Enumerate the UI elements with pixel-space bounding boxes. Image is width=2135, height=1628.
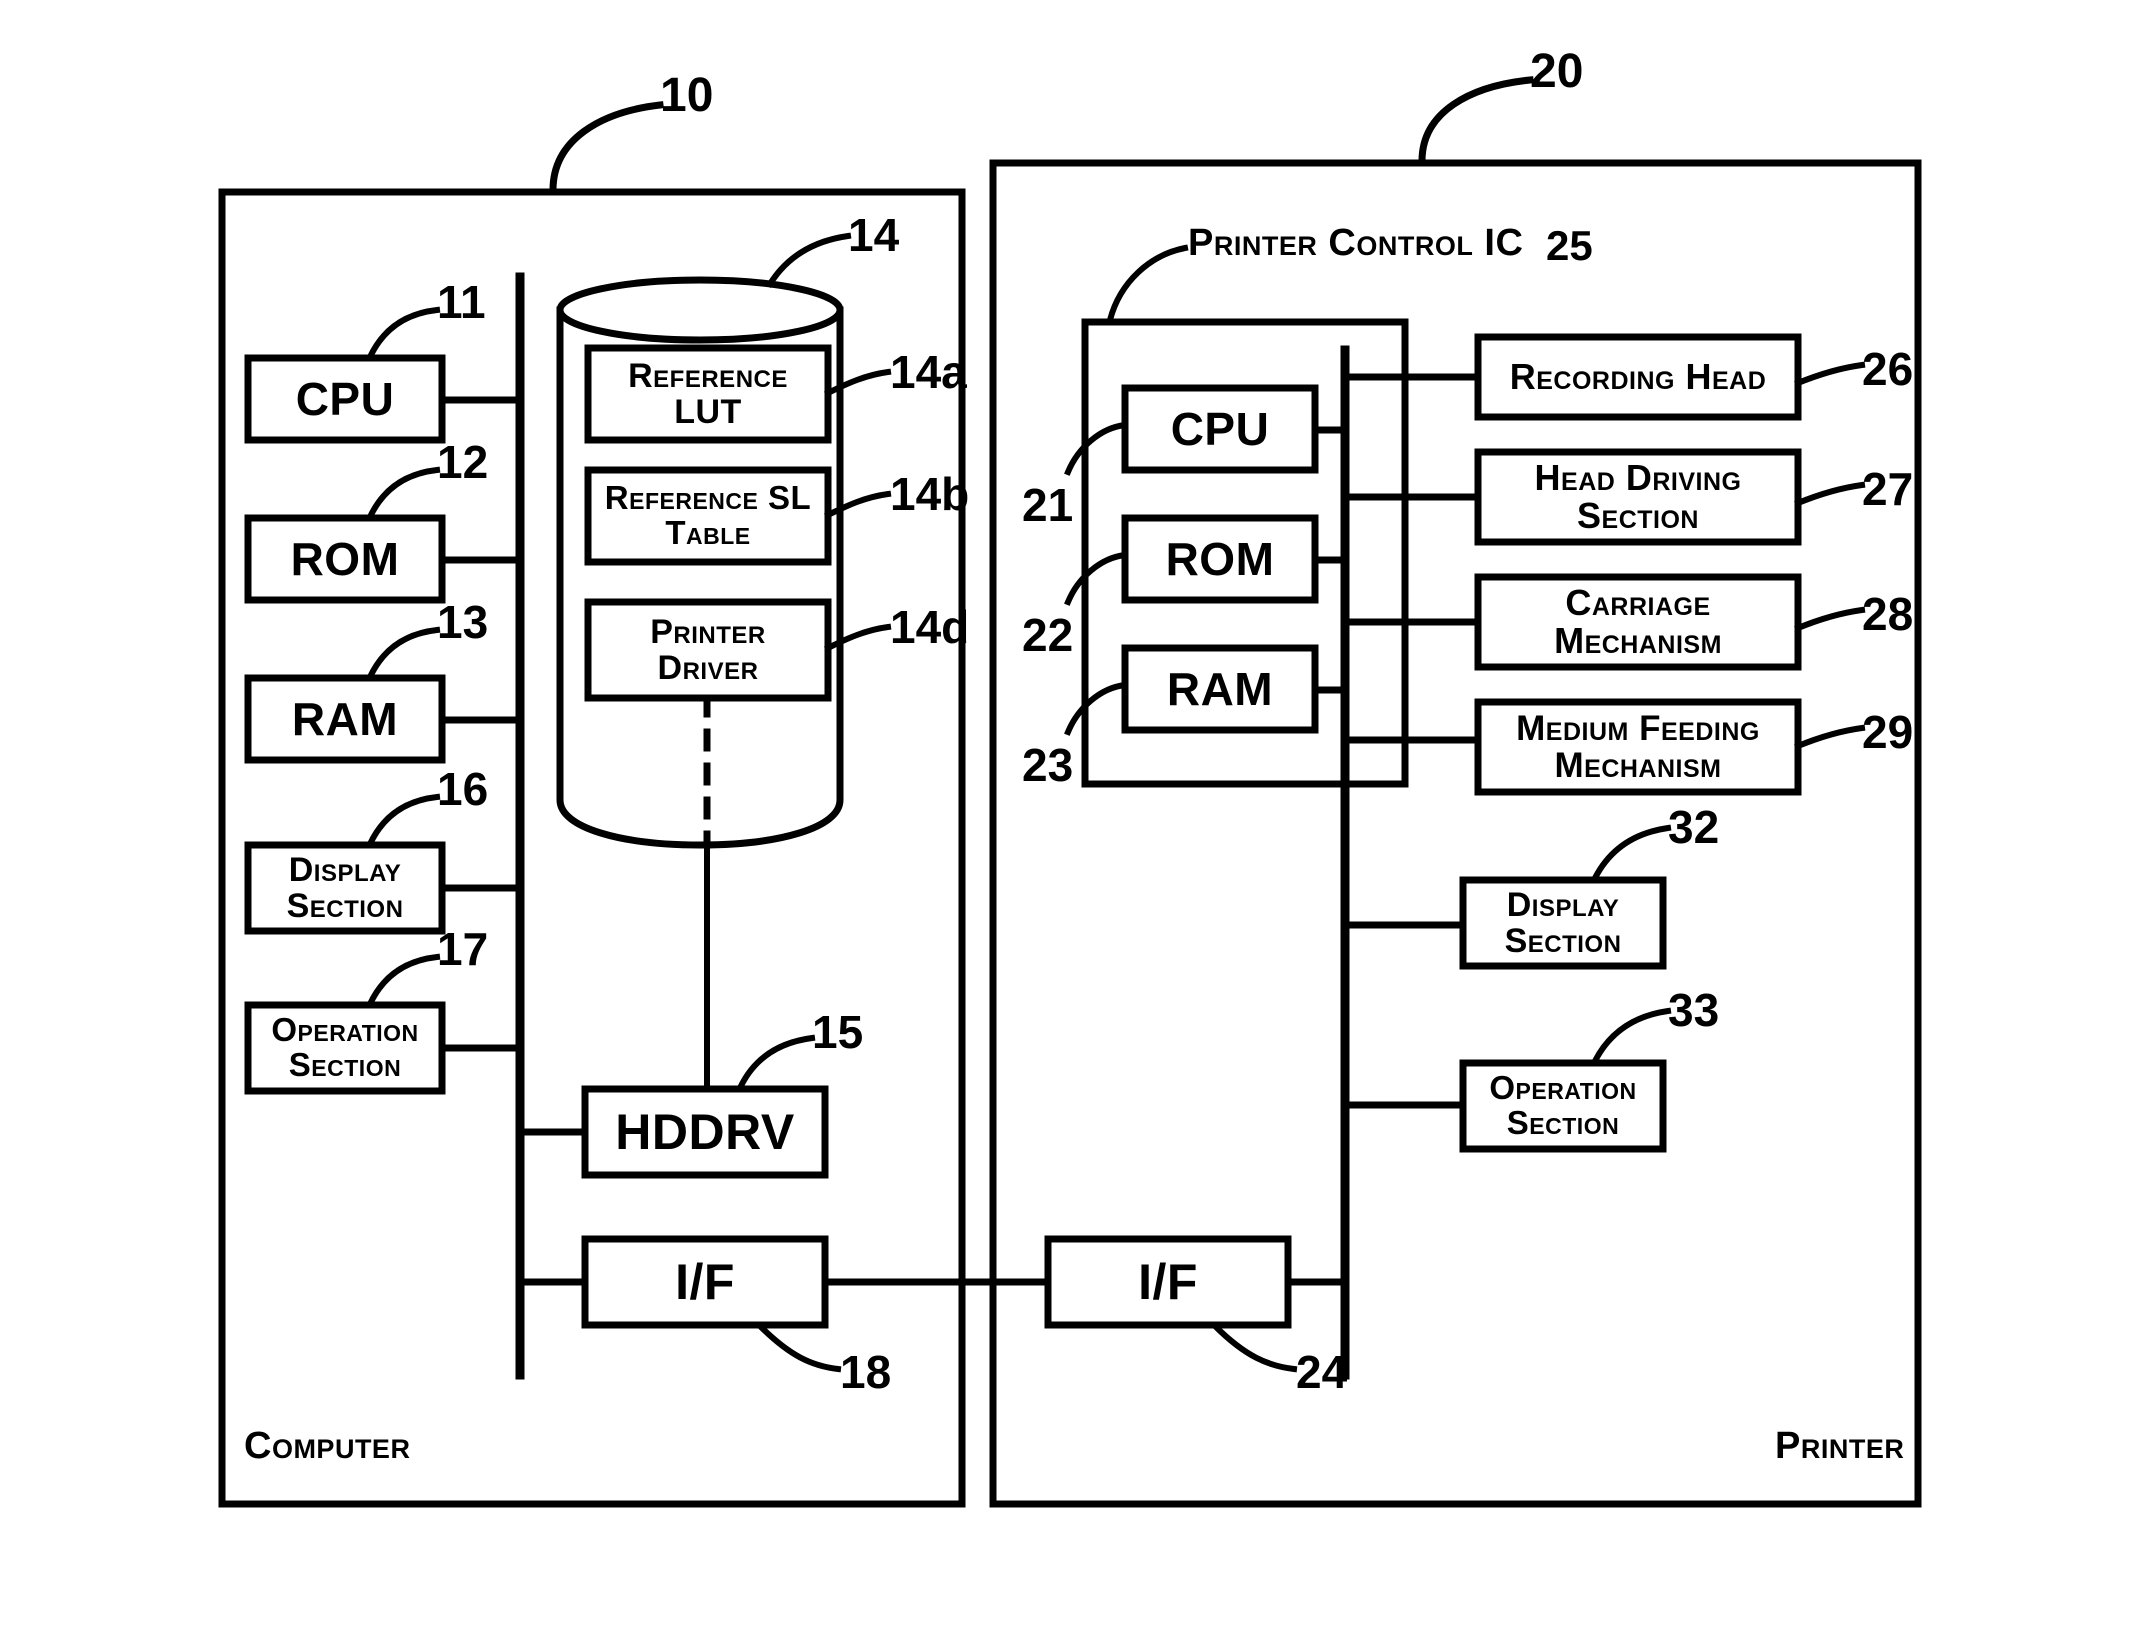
printer-display-section-label: Display Section <box>1504 885 1622 960</box>
ref-number-33: 33 <box>1668 984 1720 1036</box>
computer-panel-name: Computer <box>244 1425 411 1467</box>
ref-leader-13 <box>366 626 441 681</box>
figure-canvas: 10 20 CPU 11 ROM 12 RAM 13 Display Sectio… <box>0 0 2135 1628</box>
ref-leader-22 <box>1064 551 1129 606</box>
medium-feeding-mechanism-label: Medium Feeding Mechanism <box>1516 708 1760 785</box>
ref-number-14: 14 <box>848 209 900 261</box>
ref-leader-17 <box>366 953 441 1008</box>
ref-number-22: 22 <box>1022 609 1074 661</box>
ref-number-15: 15 <box>812 1006 864 1058</box>
computer-rom-label: ROM <box>290 532 400 585</box>
ref-number-20: 20 <box>1530 45 1584 98</box>
ref-leader-20 <box>1418 76 1534 165</box>
ref-number-32: 32 <box>1668 801 1720 853</box>
printer-driver-label: Printer Driver <box>650 612 766 687</box>
reference-sl-table-label: Reference SL Table <box>604 479 812 551</box>
carriage-mechanism-label: Carriage Mechanism <box>1554 581 1722 661</box>
ref-leader-26 <box>1794 361 1866 387</box>
ref-number-26: 26 <box>1862 343 1914 395</box>
ref-number-28: 28 <box>1862 588 1914 640</box>
computer-display-section-label: Display Section <box>286 850 404 925</box>
ref-leader-33 <box>1590 1007 1672 1066</box>
ref-leader-25 <box>1106 244 1189 324</box>
ref-leader-10 <box>549 101 664 194</box>
ref-number-21: 21 <box>1022 479 1074 531</box>
ref-leader-15 <box>736 1034 816 1092</box>
ref-leader-12 <box>366 466 441 521</box>
ref-number-29: 29 <box>1862 706 1914 758</box>
ref-number-24: 24 <box>1296 1346 1348 1398</box>
ref-leader-28 <box>1794 606 1866 632</box>
ref-number-27: 27 <box>1862 463 1914 515</box>
printer-panel-name: Printer <box>1775 1425 1905 1467</box>
ref-number-12: 12 <box>437 436 489 488</box>
ref-number-14d: 14d <box>890 601 970 653</box>
printer-ram-label: RAM <box>1166 662 1274 715</box>
ref-leader-24 <box>1210 1321 1298 1373</box>
computer-ram-label: RAM <box>291 692 399 745</box>
computer-cpu-label: CPU <box>295 372 395 425</box>
ref-leader-14 <box>765 232 852 289</box>
printer-rom-label: ROM <box>1165 532 1275 585</box>
computer-operation-section-label: Operation Section <box>271 1011 419 1083</box>
ref-number-18: 18 <box>840 1346 892 1398</box>
printer-cpu-label: CPU <box>1170 402 1270 455</box>
printer-control-ic-label: Printer Control IC <box>1188 222 1524 264</box>
ref-number-25: 25 <box>1546 222 1593 269</box>
ref-leader-16 <box>366 793 441 848</box>
ref-number-23: 23 <box>1022 739 1074 791</box>
ref-leader-29 <box>1794 724 1866 750</box>
ref-leader-18 <box>755 1321 842 1373</box>
ref-number-14b: 14b <box>890 468 970 520</box>
diagram-artwork <box>218 76 1922 1508</box>
ref-number-16: 16 <box>437 763 489 815</box>
ref-leader-11 <box>366 306 441 361</box>
ref-leader-23 <box>1064 681 1129 736</box>
recording-head-label: Recording Head <box>1509 355 1767 397</box>
computer-hddrv-label: HDDRV <box>615 1103 795 1160</box>
ref-number-11: 11 <box>437 276 486 328</box>
ref-number-14a: 14a <box>890 346 967 398</box>
printer-operation-section-label: Operation Section <box>1489 1069 1637 1141</box>
reference-lut-label: Reference LUT <box>628 356 788 431</box>
ref-number-17: 17 <box>437 923 489 975</box>
ref-leader-27 <box>1794 481 1866 507</box>
computer-interface-label: I/F <box>675 1253 735 1310</box>
ref-number-10: 10 <box>660 69 714 122</box>
ref-leader-32 <box>1590 824 1672 883</box>
head-driving-section-label: Head Driving Section <box>1534 456 1742 536</box>
printer-interface-label: I/F <box>1138 1253 1198 1310</box>
ref-leader-21 <box>1064 421 1129 476</box>
hard-disk-cylinder-top <box>556 276 844 344</box>
ref-number-13: 13 <box>437 596 489 648</box>
